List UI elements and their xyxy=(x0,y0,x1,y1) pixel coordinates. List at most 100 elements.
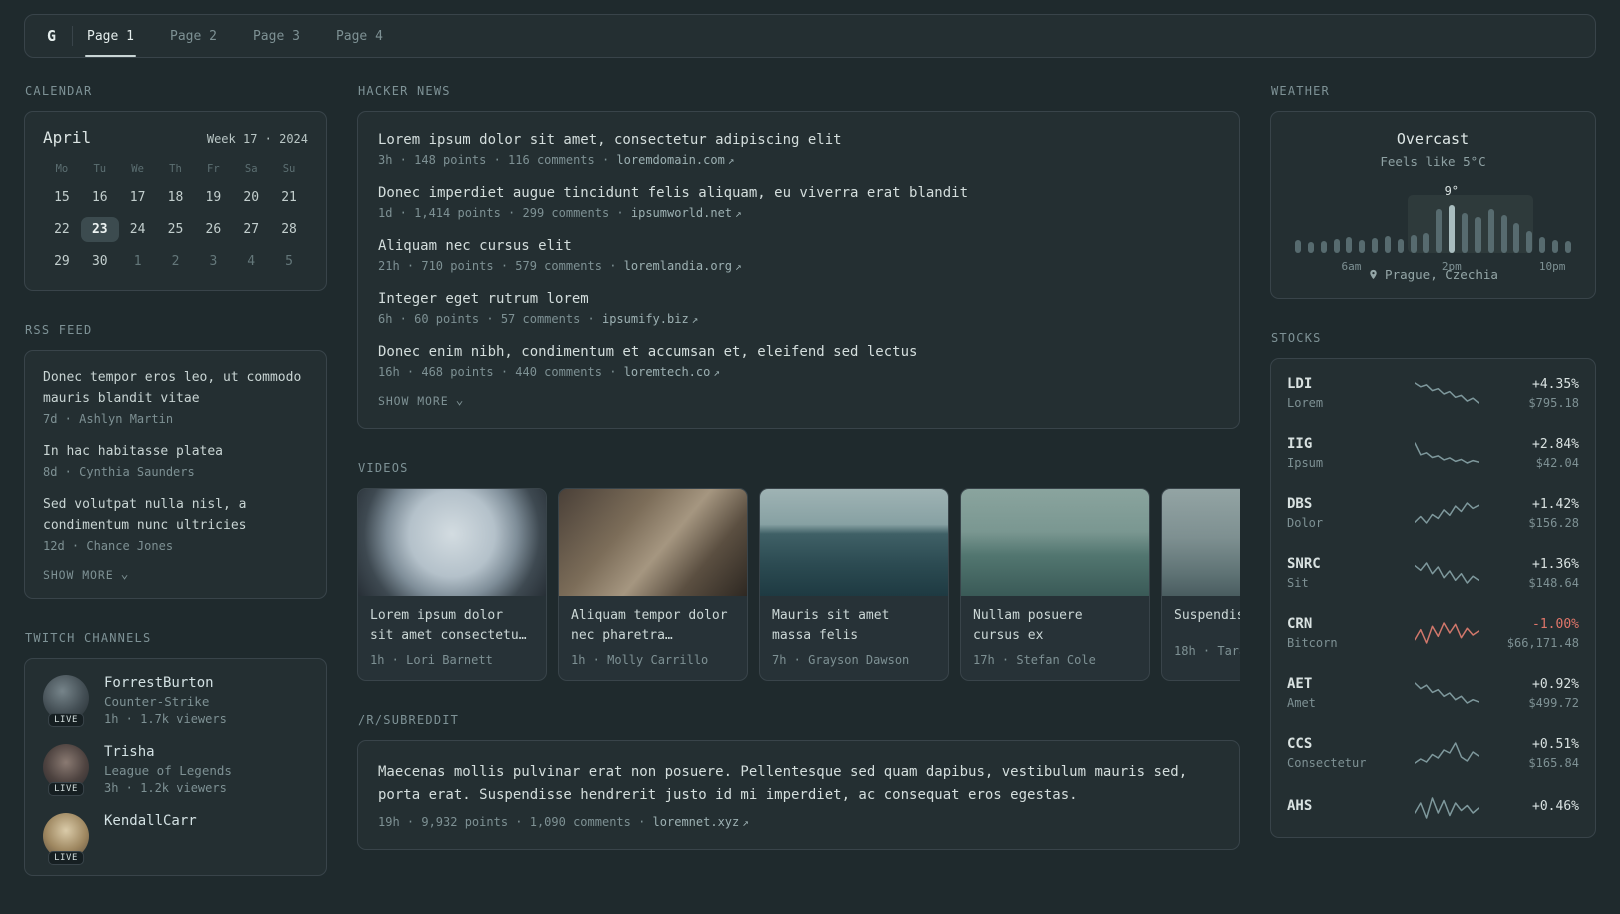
story-stats: 3h · 148 points · 116 comments · xyxy=(378,153,617,167)
stock-right: +0.51% $165.84 xyxy=(1483,737,1579,770)
calendar-day: 5 xyxy=(285,254,293,269)
story-title[interactable]: Integer eget rutrum lorem xyxy=(378,291,1219,307)
weather-bar xyxy=(1513,223,1520,253)
stock-right: +4.35% $795.18 xyxy=(1483,377,1579,410)
stock-row[interactable]: IIG Ipsum +2.84% $42.04 xyxy=(1287,423,1579,483)
story-domain-link[interactable]: ipsumworld.net ↗ xyxy=(631,206,742,220)
subreddit-widget-title: /R/SUBREDDIT xyxy=(358,713,460,727)
story-title[interactable]: Aliquam nec cursus elit xyxy=(378,238,1219,254)
weather-feels-like: Feels like 5°C xyxy=(1380,154,1486,169)
post-title[interactable]: Maecenas mollis pulvinar erat non posuer… xyxy=(378,761,1219,807)
stock-right: -1.00% $66,171.48 xyxy=(1483,617,1579,650)
calendar-day: 28 xyxy=(281,222,297,237)
channel-viewers: 1h · 1.7k viewers xyxy=(104,712,227,727)
calendar-day: 25 xyxy=(167,222,184,237)
stocks-card: LDI Lorem +4.35% $795.18 IIG Ipsum +2.84… xyxy=(1270,358,1596,838)
video-meta: 1h · Lori Barnett xyxy=(370,653,493,667)
stock-right: +1.42% $156.28 xyxy=(1483,497,1579,530)
video-card[interactable]: Mauris sit amet massa felis 7h · Grayson… xyxy=(759,488,949,681)
stock-left: AHS xyxy=(1287,798,1415,818)
story-domain-link[interactable]: ipsumify.biz ↗ xyxy=(602,312,698,326)
stock-symbol: AET xyxy=(1287,676,1313,692)
stock-row[interactable]: LDI Lorem +4.35% $795.18 xyxy=(1287,363,1579,423)
stock-name: Lorem xyxy=(1287,396,1324,410)
story-title[interactable]: Lorem ipsum dolor sit amet, consectetur … xyxy=(378,132,1219,148)
calendar-day: 20 xyxy=(243,190,260,205)
stock-row[interactable]: SNRC Sit +1.36% $148.64 xyxy=(1287,543,1579,603)
rss-item: Sed volutpat nulla nisl, a condimentum n… xyxy=(43,494,308,553)
story-title[interactable]: Donec imperdiet augue tincidunt felis al… xyxy=(378,185,1219,201)
stock-price: $156.28 xyxy=(1528,515,1579,530)
video-card[interactable]: Lorem ipsum dolor sit amet consectetu… 1… xyxy=(357,488,547,681)
story-domain-link[interactable]: loremlandia.org ↗ xyxy=(624,259,742,273)
stock-left: CCS Consectetur xyxy=(1287,736,1415,770)
rss-show-more-button[interactable]: SHOW MORE ⌄ xyxy=(43,568,129,582)
post-domain-link[interactable]: loremnet.xyz ↗ xyxy=(653,815,749,829)
calendar-day-header: Mo xyxy=(55,163,69,175)
video-card[interactable]: Suspendisse diam 18h · Tara xyxy=(1161,488,1240,681)
twitch-channel[interactable]: LIVE Trisha League of Legends 3h · 1.2k … xyxy=(43,744,308,797)
hackernews-item: Integer eget rutrum lorem 6h · 60 points… xyxy=(378,291,1219,326)
weather-bar xyxy=(1397,239,1404,253)
story-title[interactable]: Donec enim nibh, condimentum et accumsan… xyxy=(378,344,1219,360)
page-tab[interactable]: Page 3 xyxy=(253,15,300,57)
stock-row[interactable]: DBS Dolor +1.42% $156.28 xyxy=(1287,483,1579,543)
weather-condition: Overcast xyxy=(1396,130,1470,148)
weather-chart: 9° 6am 2pm 10pm xyxy=(1295,184,1571,273)
stock-price: $148.64 xyxy=(1528,575,1579,590)
calendar-day-header: Tu xyxy=(93,163,107,175)
twitch-channel[interactable]: LIVE KendallCarr xyxy=(43,813,308,866)
stock-sparkline xyxy=(1414,741,1483,765)
stock-price: $499.72 xyxy=(1528,695,1579,710)
calendar-day: 26 xyxy=(205,222,222,237)
rss-item-meta: 12d · Chance Jones xyxy=(43,539,174,554)
stock-price: $165.84 xyxy=(1528,755,1579,770)
stock-row[interactable]: AET Amet +0.92% $499.72 xyxy=(1287,663,1579,723)
rss-item-title[interactable]: In hac habitasse platea xyxy=(43,441,308,462)
stock-symbol: AHS xyxy=(1287,798,1313,814)
page-tab[interactable]: Page 4 xyxy=(336,15,383,57)
stock-row[interactable]: CRN Bitcorn -1.00% $66,171.48 xyxy=(1287,603,1579,663)
stock-change: +1.42% xyxy=(1532,496,1579,512)
rss-widget: RSS FEED Donec tempor eros leo, ut commo… xyxy=(24,323,327,600)
channel-category: Counter-Strike xyxy=(104,694,210,710)
page-tab[interactable]: Page 2 xyxy=(170,15,217,57)
stock-symbol: IIG xyxy=(1287,436,1313,452)
weather-bar xyxy=(1461,213,1468,253)
video-thumbnail xyxy=(760,489,948,596)
twitch-channel[interactable]: LIVE ForrestBurton Counter-Strike 1h · 1… xyxy=(43,675,308,728)
chevron-down-icon: ⌄ xyxy=(455,393,465,409)
twitch-card: LIVE ForrestBurton Counter-Strike 1h · 1… xyxy=(24,658,327,877)
story-meta: 1d · 1,414 points · 299 comments · ipsum… xyxy=(378,206,1219,220)
weather-bar xyxy=(1372,238,1379,253)
middle-column: HACKER NEWS Lorem ipsum dolor sit amet, … xyxy=(357,84,1240,851)
video-thumbnail xyxy=(358,489,546,596)
stock-row[interactable]: CCS Consectetur +0.51% $165.84 xyxy=(1287,723,1579,783)
calendar-day-header: Sa xyxy=(244,163,258,175)
stock-name: Ipsum xyxy=(1287,456,1324,470)
hackernews-item: Donec enim nibh, condimentum et accumsan… xyxy=(378,344,1219,379)
story-domain-link[interactable]: loremdomain.com ↗ xyxy=(616,153,734,167)
channel-info: Trisha League of Legends 3h · 1.2k viewe… xyxy=(104,744,232,795)
external-link-icon: ↗ xyxy=(742,816,749,830)
weather-bar xyxy=(1320,241,1327,253)
stock-row[interactable]: AHS +0.46% xyxy=(1287,783,1579,833)
story-stats: 6h · 60 points · 57 comments · xyxy=(378,312,602,326)
weather-bar xyxy=(1551,240,1558,253)
rss-widget-title: RSS FEED xyxy=(25,323,93,337)
hackernews-show-more-button[interactable]: SHOW MORE ⌄ xyxy=(378,394,464,408)
page-tab[interactable]: Page 1 xyxy=(85,15,136,57)
story-domain-link[interactable]: loremtech.co ↗ xyxy=(624,365,720,379)
video-thumbnail xyxy=(1162,489,1240,596)
weather-bar xyxy=(1500,215,1507,253)
calendar-widget-title: CALENDAR xyxy=(25,84,93,98)
calendar-day-header: Th xyxy=(169,163,182,175)
calendar-day: 16 xyxy=(91,190,108,205)
video-card[interactable]: Nullam posuere cursus ex 17h · Stefan Co… xyxy=(960,488,1150,681)
rss-item-title[interactable]: Sed volutpat nulla nisl, a condimentum n… xyxy=(43,494,308,536)
stock-name: Bitcorn xyxy=(1287,636,1338,650)
video-card[interactable]: Aliquam tempor dolor nec pharetra… 1h · … xyxy=(558,488,748,681)
app-logo[interactable]: G xyxy=(39,15,72,57)
rss-item-title[interactable]: Donec tempor eros leo, ut commodo mauris… xyxy=(43,367,308,409)
calendar-day: 2 xyxy=(171,254,180,269)
